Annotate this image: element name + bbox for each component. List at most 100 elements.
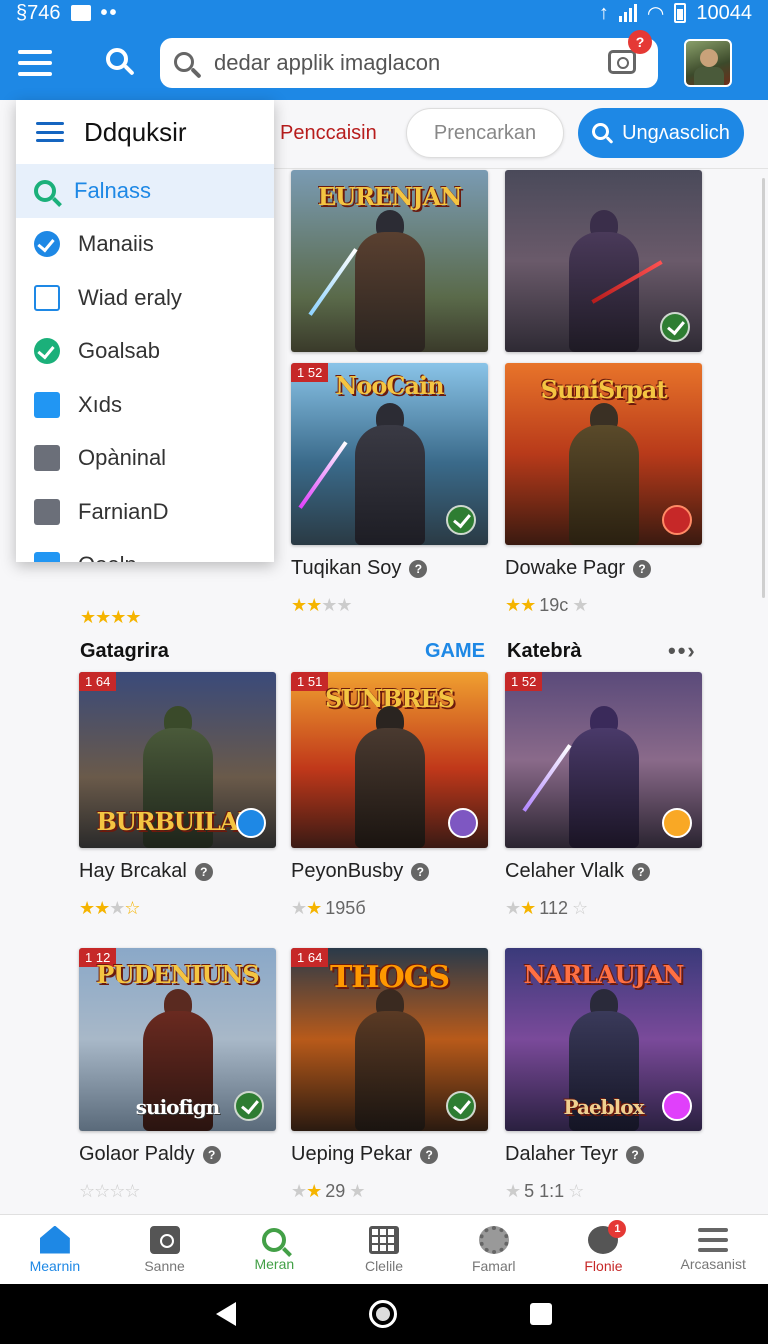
game-card[interactable]: NARLAUJAN Paeblox Dalaher Teyr? ★ 5 1:1 ☆ [505,948,702,1202]
rating-count: 29 [325,1180,346,1201]
nav-item-settings[interactable]: Famarl [439,1215,549,1284]
game-thumbnail[interactable]: 1 52 [505,672,702,848]
info-icon[interactable]: ? [409,559,428,578]
game-card[interactable]: 1 52 NooCain Tuqikan Soy? ★★ ★★ [291,363,488,616]
game-thumbnail[interactable] [505,170,702,352]
verified-icon [234,1091,264,1121]
filter-search-button[interactable]: Ungʌasclich [578,108,744,158]
game-thumbnail[interactable]: 1 64 BURBUILAN [79,672,276,848]
avatar[interactable] [684,39,732,87]
drawer-item[interactable]: Qoeln ... [16,539,274,562]
recent-apps-icon[interactable] [529,1303,552,1325]
more-notifications-icon: •• [100,1,119,24]
game-card[interactable]: SuniSrpat Dowake Pagr? ★★ 19с ★ [505,363,702,616]
section-title: Gatagrira [80,640,169,662]
info-icon[interactable]: ? [194,862,213,881]
nav-item-grid[interactable]: Clelile [329,1215,439,1284]
filter-outline-button[interactable]: Prencarkan [406,108,564,158]
game-thumbnail[interactable]: 1 12 PUDENIUNS suiofign [79,948,276,1131]
search-box[interactable]: ? [160,30,658,88]
square-gray-icon [34,445,60,472]
drawer-item[interactable]: Falnass [16,164,274,218]
drawer-item[interactable]: Wiad eraly [16,271,274,325]
search-icon [34,179,56,202]
section-link[interactable]: GAME [425,640,485,663]
nav-item-scan[interactable]: Sanne [110,1215,220,1284]
square-blue-icon [34,552,60,562]
menu-icon[interactable] [18,50,52,76]
game-name: Tuqikan Soy? [291,557,488,580]
nav-item-home[interactable]: Mearnin [0,1215,110,1284]
drawer-menu-icon[interactable] [36,122,64,142]
game-title: Dowake Pagr [505,557,626,579]
divider [274,168,768,169]
nav-item-menu[interactable]: Arcasanist [658,1215,768,1284]
rating-count: 5 1:1 [524,1180,565,1201]
game-name: Ueping Pekar? [291,1143,488,1166]
game-card[interactable]: EURENJAN [291,170,488,352]
search-input[interactable] [214,50,574,76]
nav-item-search[interactable]: Meran [219,1215,329,1284]
game-thumbnail[interactable]: 1 52 NooCain [291,363,488,545]
search-icon [262,1227,287,1252]
bottom-nav: Mearnin Sanne Meran Clelile Famarl 1 Flon… [0,1214,768,1284]
game-title: Celaher Vlalk [505,860,624,882]
system-nav-bar [0,1284,768,1344]
image-notification-icon [70,5,91,21]
game-title: Tuqikan Soy [291,557,402,579]
drawer-item[interactable]: Opàninal [16,432,274,486]
drawer-item[interactable]: Xıds [16,378,274,432]
info-icon[interactable]: ? [633,559,652,578]
search-icon[interactable] [104,46,138,80]
drawer-title: Ddquksir [84,116,187,147]
game-thumbnail[interactable]: SuniSrpat [505,363,702,545]
game-card[interactable]: 1 12 PUDENIUNS suiofign Golaor Paldy? ☆☆… [79,948,276,1202]
home-icon [39,1225,70,1254]
square-gray-icon [34,498,60,525]
drawer-item[interactable]: Goalsab [16,325,274,379]
emblem-icon [236,808,266,838]
more-icon[interactable]: ••› [668,638,697,664]
info-icon[interactable]: ? [631,862,650,881]
info-icon[interactable]: ? [202,1145,221,1164]
nav-label: Mearnin [29,1257,81,1274]
nav-label: Meran [254,1255,295,1272]
game-card[interactable]: 1 52 Celaher Vlalk? ★ ★ 112 ☆ [505,672,702,919]
game-name: Dalaher Teyr? [505,1143,702,1166]
info-icon[interactable]: ? [626,1145,645,1164]
game-card[interactable] [505,170,702,352]
game-thumbnail[interactable]: NARLAUJAN Paeblox [505,948,702,1131]
back-icon[interactable] [216,1302,237,1326]
game-card[interactable]: 1 51 SUNBRES PeyonBusby? ★ ★ 195б [291,672,488,919]
drawer-item-label: Manaiis [78,231,154,257]
notification-badge: 1 [608,1219,627,1238]
camera-icon[interactable] [608,50,636,74]
nav-item-profile[interactable]: 1 Flonie [549,1215,659,1284]
game-thumbnail[interactable]: EURENJAN [291,170,488,352]
data-arrow-icon: ↑ [598,1,609,24]
game-card[interactable]: 1 64 THOGS Ueping Pekar? ★ ★ 29 ★ [291,948,488,1202]
rating-stars: ★ ★ 195б [291,897,366,918]
rating-stars: ★ ★ 29 ★ [291,1180,365,1201]
scrollbar[interactable] [762,178,765,598]
drawer-item-label: Qoeln ... [78,552,161,562]
nav-label: Famarl [471,1257,516,1274]
nav-label: Sanne [144,1257,185,1274]
game-thumbnail[interactable]: 1 51 SUNBRES [291,672,488,848]
game-thumbnail[interactable]: 1 64 THOGS [291,948,488,1131]
info-icon[interactable]: ? [420,1145,439,1164]
game-card[interactable]: 1 64 BURBUILAN Hay Brcakal? ★★ ★ ☆ [79,672,276,919]
rating-stars: ☆☆☆☆ [79,1180,141,1201]
drawer-item[interactable]: Manaiis [16,218,274,272]
drawer-item[interactable]: FarnianD [16,485,274,539]
info-icon[interactable]: ? [411,862,430,881]
game-name: Celaher Vlalk? [505,860,702,883]
rating-stars: ★★★★ [80,606,142,627]
square-blue-icon [34,391,60,418]
checkbox-checked-icon [34,231,60,258]
menu-icon [698,1227,729,1252]
section-title-secondary: Katebrà [507,640,582,662]
home-button-icon[interactable] [368,1300,397,1328]
filter-text-option[interactable]: Penccaisin [280,122,392,145]
game-title: Hay Brcakal [79,860,187,882]
